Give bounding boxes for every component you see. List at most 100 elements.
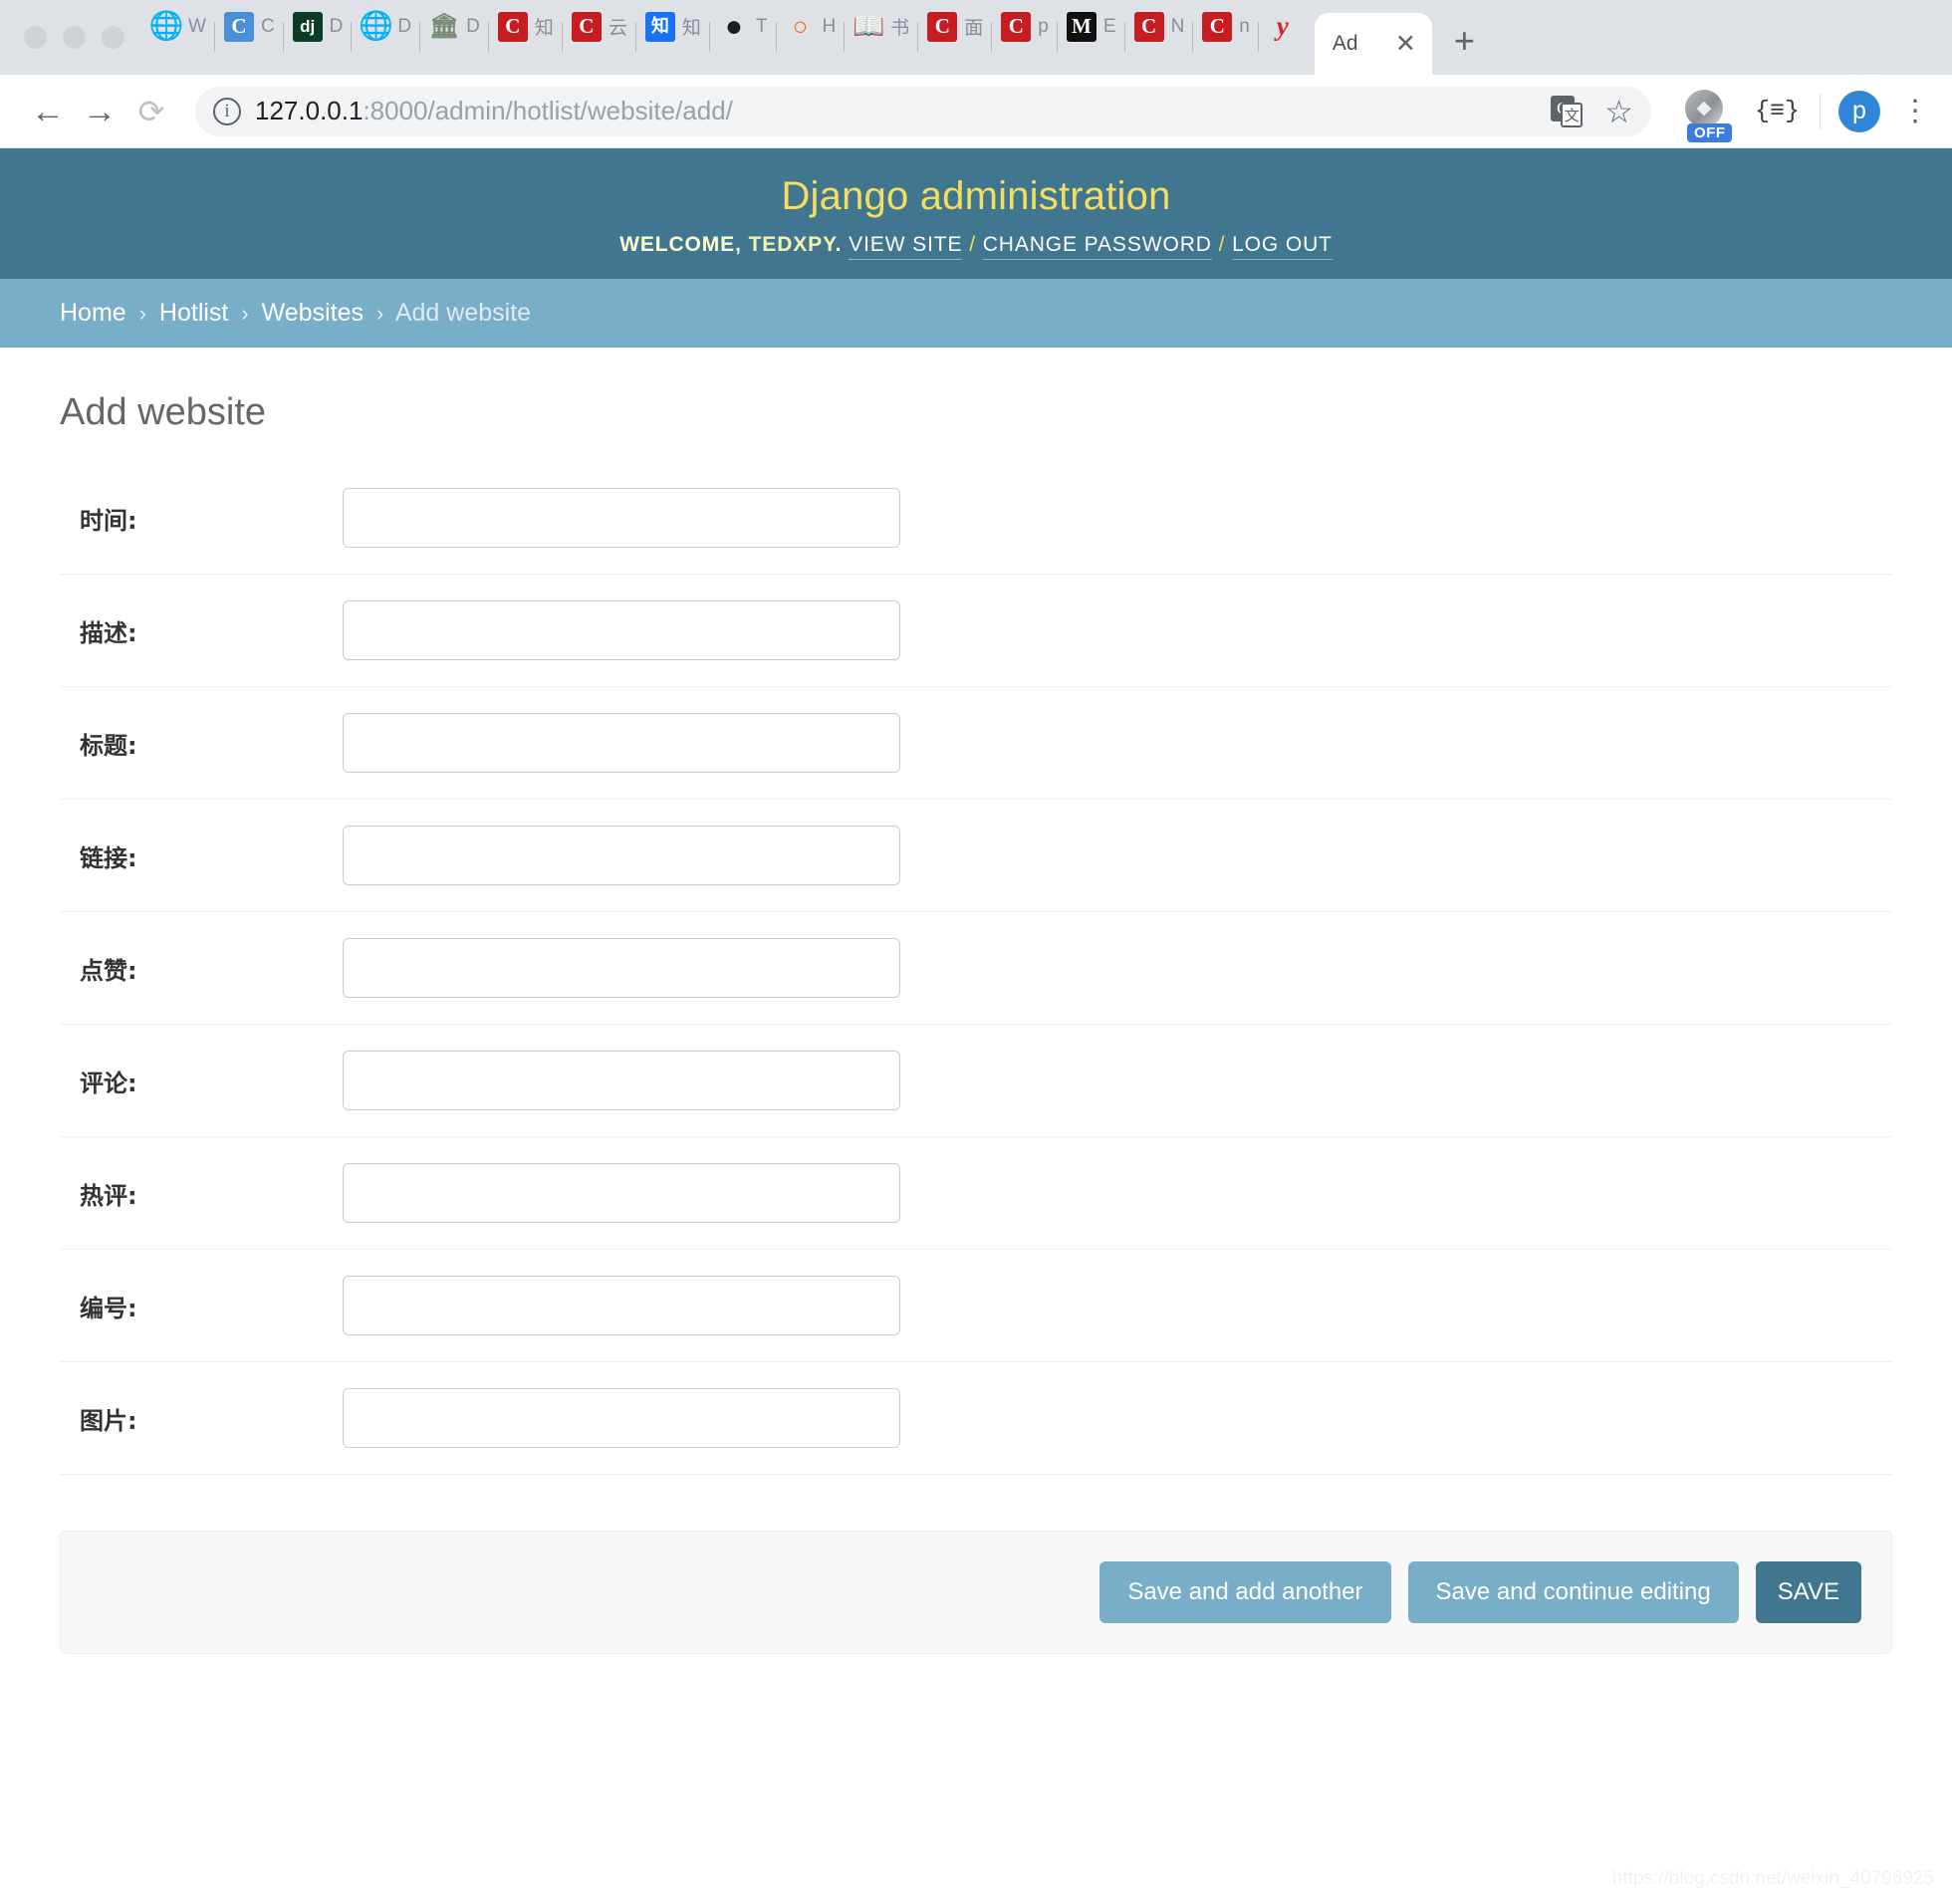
browser-tab[interactable]: C p [992, 0, 1058, 75]
breadcrumb-separator: › [241, 301, 249, 326]
new-tab-button[interactable]: + [1454, 23, 1475, 59]
field-input-biaoti[interactable] [343, 713, 900, 773]
maximize-window-button[interactable] [102, 26, 124, 49]
tab-label: D [397, 15, 412, 37]
tab-label: n [1239, 15, 1250, 37]
info-icon[interactable]: i [213, 97, 241, 125]
browser-tab[interactable]: 知 知 [636, 0, 710, 75]
tab-label: 知 [681, 18, 701, 39]
browser-tab[interactable]: ● T [710, 0, 777, 75]
url-path: :8000/admin/hotlist/website/add/ [363, 96, 733, 125]
submit-row: Save and add another Save and continue e… [60, 1531, 1892, 1654]
avatar[interactable]: p [1838, 90, 1880, 132]
browser-tab[interactable]: 🌐 W [142, 0, 215, 75]
bank-icon: 🏛 [428, 13, 460, 40]
breadcrumb-item-websites[interactable]: Websites [262, 299, 364, 327]
csdn-icon: C [1001, 11, 1032, 42]
url-text: 127.0.0.1:8000/admin/hotlist/website/add… [255, 96, 733, 126]
form-row: 描述: [60, 575, 1892, 687]
field-input-pinglun[interactable] [343, 1051, 900, 1110]
user-tools: WELCOME, TEDXPY. VIEW SITE / CHANGE PASS… [0, 233, 1952, 260]
minimize-window-button[interactable] [63, 26, 86, 49]
address-bar[interactable]: i 127.0.0.1:8000/admin/hotlist/website/a… [195, 86, 1651, 136]
back-icon[interactable]: ← [22, 95, 74, 128]
browser-tab[interactable]: M E [1058, 0, 1125, 75]
change-password-link[interactable]: CHANGE PASSWORD [982, 233, 1212, 260]
json-extension-icon[interactable]: {≡} [1755, 97, 1800, 125]
form-row: 时间: [60, 462, 1892, 575]
bookmark-star-icon[interactable]: ☆ [1604, 96, 1633, 127]
field-label-tupian: 图片: [80, 1406, 137, 1435]
browser-tab[interactable]: dj D [284, 0, 353, 75]
reload-icon[interactable]: ⟳ [125, 96, 177, 127]
medium-icon: M [1066, 11, 1097, 42]
breadcrumb-item-hotlist[interactable]: Hotlist [159, 299, 228, 327]
close-icon[interactable]: ✕ [1395, 31, 1416, 57]
translate-icon[interactable]: G 文 [1551, 95, 1584, 127]
field-input-miaoshu[interactable] [343, 600, 900, 660]
csdn-icon: C [1133, 11, 1164, 42]
tab-label: E [1102, 15, 1116, 37]
field-input-tupian[interactable] [343, 1388, 900, 1448]
view-site-link[interactable]: VIEW SITE [849, 233, 963, 260]
github-icon: ● [724, 9, 743, 43]
site-title: Django administration [781, 174, 1171, 218]
csdn-icon: C [1202, 11, 1233, 42]
field-input-bianhao[interactable] [343, 1276, 900, 1335]
browser-tab[interactable]: C 云 [563, 0, 636, 75]
form-row: 图片: [60, 1362, 1892, 1475]
browser-tab[interactable]: y [1259, 0, 1307, 75]
active-browser-tab[interactable]: Ad ✕ [1314, 13, 1432, 75]
form-row: 评论: [60, 1025, 1892, 1137]
tab-label: C [260, 15, 275, 37]
save-button[interactable]: SAVE [1755, 1561, 1861, 1623]
breadcrumb-item-home[interactable]: Home [60, 299, 126, 327]
save-and-continue-button[interactable]: Save and continue editing [1407, 1561, 1739, 1623]
active-tab-title: Ad [1332, 32, 1358, 55]
book-icon: 📖 [853, 11, 885, 41]
field-label-lianjie: 链接: [80, 843, 137, 872]
browser-tab[interactable]: 📖 书 [845, 0, 919, 75]
yandex-icon: y [1276, 11, 1289, 41]
url-host: 127.0.0.1 [255, 96, 364, 125]
browser-window: 🌐 W C C dj D 🌐 D 🏛 D C 知 C 云 知 知 ● T ○ H… [0, 0, 1952, 1904]
forward-icon[interactable]: → [74, 95, 125, 128]
menu-icon[interactable]: ⋮ [1900, 96, 1930, 125]
field-input-dianzan[interactable] [343, 938, 900, 998]
close-window-button[interactable] [24, 26, 47, 49]
tab-label: H [822, 15, 837, 37]
save-and-add-another-button[interactable]: Save and add another [1099, 1561, 1391, 1623]
browser-tab[interactable]: 🏛 D [420, 0, 489, 75]
csdn-icon: C [927, 11, 958, 42]
form-row: 链接: [60, 800, 1892, 912]
field-input-shijian[interactable] [343, 488, 900, 548]
extension-toggle-icon[interactable]: ◆ OFF [1684, 89, 1733, 142]
extension-blob-icon: ◆ [1684, 89, 1723, 127]
globe-icon: 🌐 [358, 10, 393, 42]
field-label-bianhao: 编号: [80, 1294, 137, 1322]
form-row: 编号: [60, 1250, 1892, 1362]
tab-label: 云 [608, 18, 627, 39]
field-label-biaoti: 标题: [80, 731, 137, 760]
browser-tab[interactable]: C 知 [489, 0, 563, 75]
browser-tab[interactable]: C C [215, 0, 284, 75]
browser-tab[interactable]: ○ H [777, 0, 846, 75]
breadcrumb: Home › Hotlist › Websites › Add website [0, 279, 1952, 348]
field-label-reping: 热评: [80, 1181, 137, 1210]
browser-tab[interactable]: C n [1193, 0, 1259, 75]
extension-off-badge: OFF [1686, 122, 1733, 142]
tab-label: 面 [964, 18, 984, 39]
username-label: TEDXPY [748, 233, 836, 256]
site-header: Django administration WELCOME, TEDXPY. V… [0, 148, 1952, 279]
browser-tab[interactable]: 🌐 D [352, 0, 421, 75]
log-out-link[interactable]: LOG OUT [1232, 233, 1333, 260]
c-blue-icon: C [223, 11, 254, 42]
browser-toolbar: ← → ⟳ i 127.0.0.1:8000/admin/hotlist/web… [0, 75, 1952, 148]
extensions-area: ◆ OFF {≡} [1665, 89, 1820, 142]
browser-tab[interactable]: C N [1125, 0, 1194, 75]
field-input-reping[interactable] [343, 1163, 900, 1223]
tools-separator: / [1218, 233, 1226, 256]
django-admin-page: Django administration WELCOME, TEDXPY. V… [0, 148, 1952, 1904]
field-input-lianjie[interactable] [343, 826, 900, 885]
browser-tab[interactable]: C 面 [918, 0, 993, 75]
